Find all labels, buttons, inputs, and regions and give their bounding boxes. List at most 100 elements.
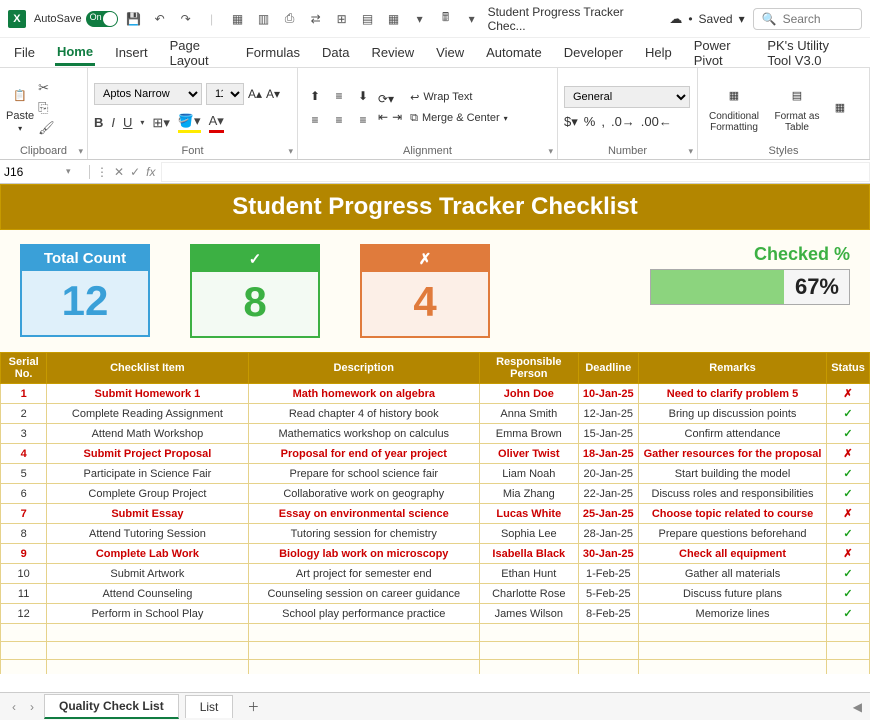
table-row[interactable]: 10Submit ArtworkArt project for semester…	[1, 564, 870, 584]
tab-developer[interactable]: Developer	[562, 41, 625, 64]
qa-icon-7[interactable]: ▦	[386, 11, 402, 27]
cell-desc[interactable]: Proposal for end of year project	[248, 444, 479, 464]
cell-resp[interactable]: Lucas White	[480, 504, 579, 524]
cell-remarks[interactable]: Confirm attendance	[638, 424, 826, 444]
qa-dropdown-icon[interactable]: ▾	[464, 11, 480, 27]
tab-page-layout[interactable]: Page Layout	[168, 34, 226, 72]
cell-resp[interactable]: Charlotte Rose	[480, 584, 579, 604]
cell-resp[interactable]: Liam Noah	[480, 464, 579, 484]
cell-resp[interactable]: James Wilson	[480, 604, 579, 624]
cell-status[interactable]: ✓	[827, 604, 870, 624]
scroll-right-icon[interactable]: ◀	[853, 700, 862, 714]
cell-resp[interactable]: Oliver Twist	[480, 444, 579, 464]
tab-file[interactable]: File	[12, 41, 37, 64]
tab-automate[interactable]: Automate	[484, 41, 544, 64]
italic-button[interactable]: I	[111, 115, 115, 130]
cell-item[interactable]: Attend Counseling	[47, 584, 248, 604]
cell-item[interactable]: Attend Math Workshop	[47, 424, 248, 444]
align-bot-icon[interactable]: ⬇	[352, 85, 374, 107]
fx-icon[interactable]: fx	[146, 165, 155, 179]
th-resp[interactable]: Responsible Person	[480, 353, 579, 384]
table-row[interactable]: 2Complete Reading AssignmentRead chapter…	[1, 404, 870, 424]
shrink-font-icon[interactable]: A▾	[266, 87, 280, 101]
cell-desc[interactable]: Mathematics workshop on calculus	[248, 424, 479, 444]
font-dialog-launcher-icon[interactable]: ▾	[288, 146, 293, 157]
sheet-tab-list[interactable]: List	[185, 695, 234, 718]
fill-color-icon[interactable]: 🪣▾	[178, 113, 201, 133]
enter-fx-icon[interactable]: ✓	[130, 165, 140, 179]
worksheet[interactable]: Student Progress Tracker Checklist Total…	[0, 184, 870, 674]
tab-data[interactable]: Data	[320, 41, 351, 64]
qa-icon-5[interactable]: ⊞	[334, 11, 350, 27]
cell-deadline[interactable]: 12-Jan-25	[578, 404, 638, 424]
cell-serial[interactable]: 7	[1, 504, 47, 524]
qa-icon-8[interactable]: ▾	[412, 11, 428, 27]
dec-dec-icon[interactable]: .00←	[641, 114, 672, 129]
table-row[interactable]: 5Participate in Science FairPrepare for …	[1, 464, 870, 484]
number-dialog-launcher-icon[interactable]: ▾	[688, 146, 693, 157]
cell-reference-input[interactable]	[4, 165, 64, 179]
cell-serial[interactable]: 2	[1, 404, 47, 424]
border-icon[interactable]: ⊞▾	[152, 115, 169, 131]
cell-deadline[interactable]: 8-Feb-25	[578, 604, 638, 624]
tab-utility[interactable]: PK's Utility Tool V3.0	[765, 34, 858, 72]
cell-remarks[interactable]: Gather all materials	[638, 564, 826, 584]
align-top-icon[interactable]: ⬆	[304, 85, 326, 107]
currency-icon[interactable]: $▾	[564, 114, 578, 130]
cell-item[interactable]: Complete Reading Assignment	[47, 404, 248, 424]
cell-remarks[interactable]: Prepare questions beforehand	[638, 524, 826, 544]
cell-item[interactable]: Participate in Science Fair	[47, 464, 248, 484]
cell-status[interactable]: ✓	[827, 484, 870, 504]
qa-icon-1[interactable]: ▦	[230, 11, 246, 27]
cell-remarks[interactable]: Bring up discussion points	[638, 404, 826, 424]
cell-resp[interactable]: Emma Brown	[480, 424, 579, 444]
font-size-select[interactable]: 11	[206, 83, 244, 105]
cell-deadline[interactable]: 22-Jan-25	[578, 484, 638, 504]
cell-status[interactable]: ✓	[827, 424, 870, 444]
copy-icon[interactable]: ⎘	[38, 100, 55, 116]
cell-remarks[interactable]: Check all equipment	[638, 544, 826, 564]
cell-serial[interactable]: 4	[1, 444, 47, 464]
indent-icon[interactable]: ⇥	[392, 110, 402, 124]
qa-icon-3[interactable]: ⎙	[282, 11, 298, 27]
wrap-text-button[interactable]: ↩Wrap Text	[406, 89, 512, 106]
cell-desc[interactable]: Tutoring session for chemistry	[248, 524, 479, 544]
cell-serial[interactable]: 10	[1, 564, 47, 584]
th-rem[interactable]: Remarks	[638, 353, 826, 384]
cell-remarks[interactable]: Choose topic related to course	[638, 504, 826, 524]
cell-status[interactable]: ✓	[827, 404, 870, 424]
chevron-down-icon[interactable]: ▾	[66, 166, 71, 177]
cell-deadline[interactable]: 10-Jan-25	[578, 384, 638, 404]
cell-resp[interactable]: Isabella Black	[480, 544, 579, 564]
cell-deadline[interactable]: 5-Feb-25	[578, 584, 638, 604]
cell-item[interactable]: Attend Tutoring Session	[47, 524, 248, 544]
add-sheet-icon[interactable]: ＋	[239, 698, 267, 715]
th-dead[interactable]: Deadline	[578, 353, 638, 384]
outdent-icon[interactable]: ⇤	[378, 110, 388, 124]
cell-serial[interactable]: 9	[1, 544, 47, 564]
table-row[interactable]: 11Attend CounselingCounseling session on…	[1, 584, 870, 604]
cell-serial[interactable]: 3	[1, 424, 47, 444]
th-serial[interactable]: Serial No.	[1, 353, 47, 384]
cell-remarks[interactable]: Discuss roles and responsibilities	[638, 484, 826, 504]
format-as-table-button[interactable]: ▤ Format as Table	[772, 83, 822, 133]
qa-icon-2[interactable]: ▥	[256, 11, 272, 27]
tab-power-pivot[interactable]: Power Pivot	[692, 34, 748, 72]
orientation-icon[interactable]: ⟳▾	[378, 92, 394, 106]
cell-status[interactable]: ✗	[827, 444, 870, 464]
cell-serial[interactable]: 6	[1, 484, 47, 504]
tab-view[interactable]: View	[434, 41, 466, 64]
conditional-formatting-button[interactable]: ▦ Conditional Formatting	[704, 83, 764, 133]
cell-desc[interactable]: Collaborative work on geography	[248, 484, 479, 504]
search-box[interactable]: 🔍	[753, 8, 862, 30]
cell-item[interactable]: Submit Homework 1	[47, 384, 248, 404]
cell-status[interactable]: ✗	[827, 544, 870, 564]
cell-resp[interactable]: Mia Zhang	[480, 484, 579, 504]
tab-home[interactable]: Home	[55, 40, 95, 66]
tab-help[interactable]: Help	[643, 41, 674, 64]
cell-remarks[interactable]: Discuss future plans	[638, 584, 826, 604]
comma-icon[interactable]: ,	[601, 114, 605, 129]
sheet-nav-prev-icon[interactable]: ‹	[8, 700, 20, 714]
bold-button[interactable]: B	[94, 115, 103, 130]
tab-review[interactable]: Review	[370, 41, 417, 64]
